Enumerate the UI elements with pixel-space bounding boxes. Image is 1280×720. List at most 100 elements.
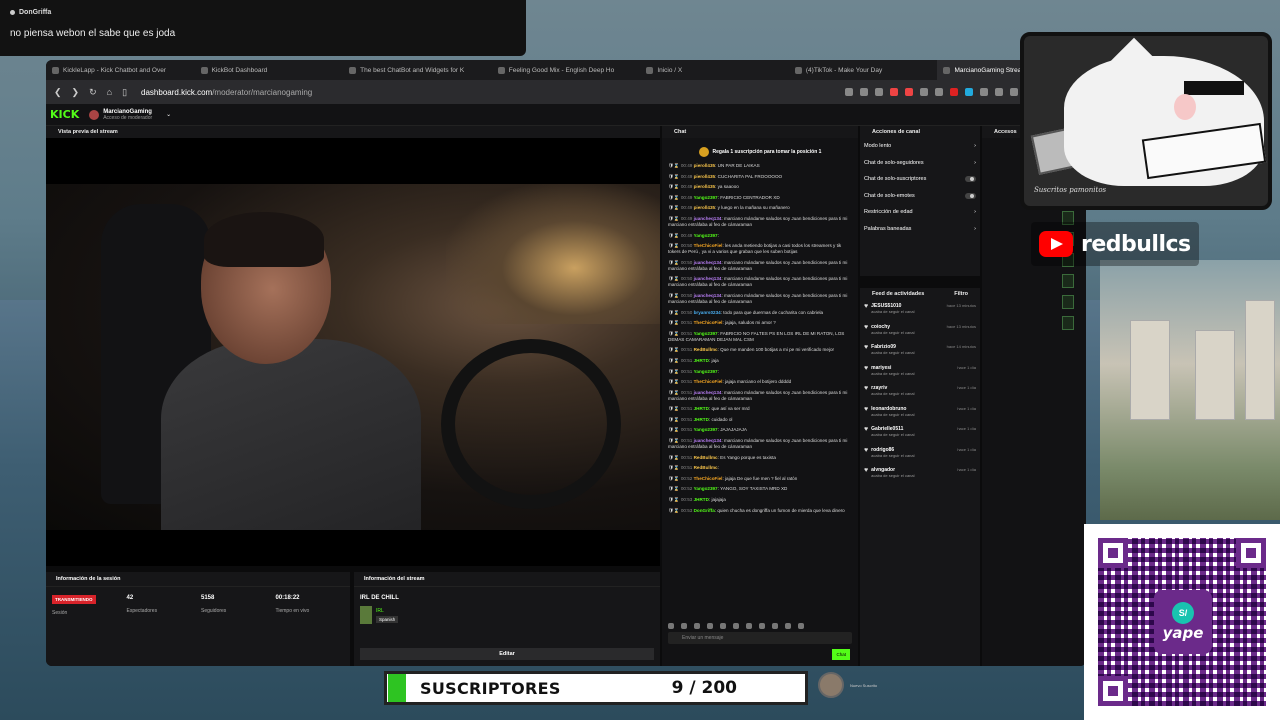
chat-message[interactable]: 🛡⌛ 00:51 Yango2397: FABRICIO NO FALTES P…	[668, 331, 852, 343]
emote-icon[interactable]	[733, 623, 739, 629]
chat-message[interactable]: 🛡⌛ 00:52 TheChicoFiel: jajaja De que fue…	[668, 476, 852, 482]
browser-tab[interactable]: The best ChatBot and Widgets for K	[343, 66, 492, 74]
extension-icon[interactable]	[860, 88, 868, 96]
message-user[interactable]: RedBullmc	[694, 347, 718, 352]
extension-icon[interactable]	[920, 88, 928, 96]
message-user[interactable]: Yango2397	[694, 369, 718, 374]
message-user[interactable]: DonGriffa	[694, 508, 715, 513]
message-user[interactable]: TheChicoFiel	[694, 379, 723, 384]
reload-icon[interactable]: ↻	[89, 87, 97, 98]
chat-message[interactable]: 🛡⌛ 00:50 bryanrs0234: todo para que duer…	[668, 310, 852, 316]
browser-tab[interactable]: KickleLapp - Kick Chatbot and Over	[46, 66, 195, 74]
chat-message[interactable]: 🛡⌛ 00:51 JHRTD: que así va ser mrd	[668, 406, 852, 412]
message-user[interactable]: JHRTD	[694, 417, 709, 422]
message-user[interactable]: juancheq134	[694, 293, 722, 298]
message-user[interactable]: juancheq134	[694, 216, 722, 221]
message-user[interactable]: Yango2397	[694, 486, 718, 491]
message-user[interactable]: Yango2397	[694, 331, 718, 336]
chat-message[interactable]: 🛡⌛ 00:51 JHRTD: cuidado ol	[668, 417, 852, 423]
message-user[interactable]: juancheq134	[694, 438, 722, 443]
chat-send-button[interactable]: Chat	[832, 649, 850, 660]
message-user[interactable]: RedBullmc	[694, 455, 718, 460]
message-user[interactable]: Yango2397	[694, 427, 718, 432]
message-user[interactable]: pieroll435	[694, 205, 715, 210]
chat-message[interactable]: 🛡⌛ 00:51 RedBullmc: Que me manden 100 bo…	[668, 347, 852, 353]
message-user[interactable]: JHRTD	[694, 497, 709, 502]
emote-icon[interactable]	[772, 623, 778, 629]
emote-icon[interactable]	[720, 623, 726, 629]
extension-icon[interactable]	[1010, 88, 1018, 96]
extension-icon[interactable]	[980, 88, 988, 96]
extension-icon[interactable]	[845, 88, 853, 96]
video-player[interactable]	[46, 184, 660, 530]
browser-tab[interactable]: KickBot Dashboard	[195, 66, 344, 74]
chat-message[interactable]: 🛡⌛ 00:50 juancheq134: marciano mándame s…	[668, 276, 852, 288]
emote-icon[interactable]	[746, 623, 752, 629]
channel-action[interactable]: Modo lento ›	[860, 138, 980, 155]
message-user[interactable]: pieroll435	[694, 174, 715, 179]
chat-message[interactable]: 🛡⌛ 00:49 pieroll435: CUCHARITA PAL FROOO…	[668, 174, 852, 180]
channel-action[interactable]: Palabras baneadas ›	[860, 221, 980, 238]
message-user[interactable]: TheChicoFiel	[694, 320, 723, 325]
message-user[interactable]: juancheq134	[694, 260, 722, 265]
browser-tab[interactable]: Feeling Good Mix - English Deep Ho	[492, 66, 641, 74]
extension-icon[interactable]	[995, 88, 1003, 96]
chat-message[interactable]: 🛡⌛ 00:52 Yango2397: YANGO, SOY TAXISTA M…	[668, 486, 852, 492]
chat-message[interactable]: 🛡⌛ 00:51 juancheq134: marciano mándame s…	[668, 438, 852, 450]
edit-button[interactable]: Editar	[360, 648, 654, 660]
chat-message[interactable]: 🛡⌛ 00:49 Yango2397:	[668, 233, 852, 239]
emote-icon[interactable]	[707, 623, 713, 629]
chat-message[interactable]: 🛡⌛ 00:49 Yango2397: FABRICIO CENTRADOR X…	[668, 195, 852, 201]
channel-switcher[interactable]: MarcianoGaming Acceso de moderador ⌄	[89, 109, 171, 121]
toggle-switch[interactable]	[965, 192, 976, 199]
message-user[interactable]: pieroll435	[694, 184, 715, 189]
chat-message[interactable]: 🛡⌛ 00:51 TheChicoFiel: jajaja marciano e…	[668, 379, 852, 385]
shortcut-icon[interactable]	[1062, 316, 1074, 330]
message-user[interactable]: RedBullmc	[694, 465, 718, 470]
channel-action[interactable]: Chat de solo-emotes	[860, 188, 980, 205]
emote-icon[interactable]	[798, 623, 804, 629]
chat-message[interactable]: 🛡⌛ 00:51 Yango2397: JAJAJAJAJA	[668, 427, 852, 433]
url-field[interactable]: dashboard.kick.com/moderator/marcianogam…	[141, 88, 312, 97]
chat-message[interactable]: 🛡⌛ 00:49 juancheq134: marciano mándame s…	[668, 216, 852, 228]
channel-action[interactable]: Restricción de edad ›	[860, 204, 980, 221]
chat-input[interactable]: Enviar un mensaje	[668, 632, 852, 644]
message-user[interactable]: bryanrs0234	[694, 310, 721, 315]
pinned-gift-banner[interactable]: Regala 1 suscripción para tomar la posic…	[662, 138, 858, 159]
chat-message[interactable]: 🛡⌛ 00:49 pieroll435: ya saaooo	[668, 184, 852, 190]
chat-message[interactable]: 🛡⌛ 00:51 Yango2397:	[668, 369, 852, 375]
emote-icon[interactable]	[681, 623, 687, 629]
extension-icon[interactable]	[905, 88, 913, 96]
chat-message[interactable]: 🛡⌛ 00:51 juancheq134: marciano mándame s…	[668, 390, 852, 402]
browser-tab[interactable]: Inicio / X	[640, 66, 789, 74]
message-user[interactable]: JHRTD	[694, 358, 709, 363]
chat-message[interactable]: 🛡⌛ 00:51 RedBullmc: Es Yango porque es t…	[668, 455, 852, 461]
message-user[interactable]: Yango2397	[694, 233, 718, 238]
message-user[interactable]: JHRTD	[694, 406, 709, 411]
extension-icon[interactable]	[965, 88, 973, 96]
forward-icon[interactable]: ❯	[72, 87, 80, 98]
chat-message[interactable]: 🛡⌛ 00:53 DonGriffa: quien chucha es dong…	[668, 508, 852, 514]
emote-icon[interactable]	[694, 623, 700, 629]
shortcut-icon[interactable]	[1062, 274, 1074, 288]
kick-logo[interactable]: KICK	[50, 108, 79, 121]
chat-message[interactable]: 🛡⌛ 00:49 pieroll435: UN PAR DE LAIKAS	[668, 163, 852, 169]
emote-icon[interactable]	[668, 623, 674, 629]
emote-icon[interactable]	[785, 623, 791, 629]
chat-message[interactable]: 🛡⌛ 00:51 RedBullmc:	[668, 465, 852, 471]
emote-icon[interactable]	[759, 623, 765, 629]
toggle-switch[interactable]	[965, 176, 976, 183]
extension-icon[interactable]	[890, 88, 898, 96]
message-user[interactable]: TheChicoFiel	[694, 476, 723, 481]
chat-message[interactable]: 🛡⌛ 00:49 pieroll435: y luego en la mañan…	[668, 205, 852, 211]
message-user[interactable]: pieroll435	[694, 163, 715, 168]
filter-button[interactable]: Filtro	[954, 291, 968, 297]
back-icon[interactable]: ❮	[54, 87, 62, 98]
browser-tab[interactable]: (4)TikTok - Make Your Day	[789, 66, 938, 74]
chat-message[interactable]: 🛡⌛ 00:53 JHRTD: jajajaja	[668, 497, 852, 503]
chat-message[interactable]: 🛡⌛ 00:50 TheChicoFiel: les anda metiendo…	[668, 243, 852, 255]
chat-message[interactable]: 🛡⌛ 00:51 JHRTD: jaja	[668, 358, 852, 364]
home-icon[interactable]: ⌂	[107, 87, 112, 97]
chat-message[interactable]: 🛡⌛ 00:51 TheChicoFiel: jajaja, saludos m…	[668, 320, 852, 326]
extension-icon[interactable]	[950, 88, 958, 96]
